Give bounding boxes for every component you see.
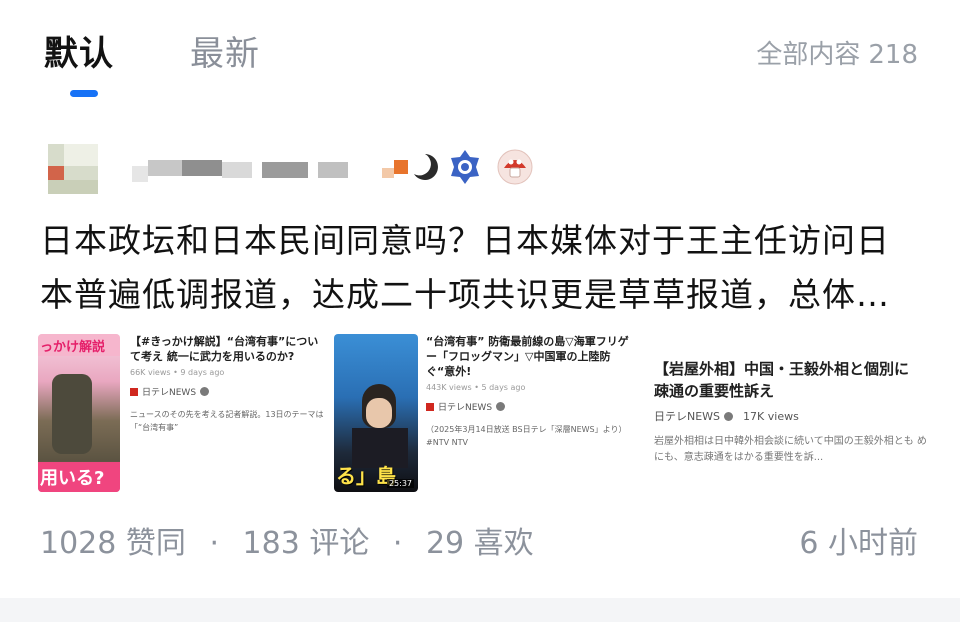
- total-label: 全部内容: [756, 40, 861, 70]
- feed-divider: [0, 598, 960, 622]
- thumb-caption: っかけ解説: [40, 340, 106, 355]
- card-description: ニュースのその先を考える記者解説。13日のテーマは「“台湾有事”: [130, 410, 324, 432]
- card-source: 日テレNEWS 17K views: [654, 408, 928, 424]
- link-card[interactable]: っかけ解説 用いる? 【#きっかけ解説】“台湾有事”について考え 統一に武力を用…: [38, 334, 328, 494]
- card-views: 17K views: [743, 409, 799, 423]
- author-name-redacted[interactable]: [132, 154, 452, 184]
- post-stats: 1028 赞同 · 183 评论 · 29 喜欢: [40, 518, 534, 562]
- card-title: 【#きっかけ解説】“台湾有事”について考え 統一に武力を用いるのか?: [130, 335, 319, 363]
- link-card[interactable]: 【岩屋外相】中国・王毅外相と個別に 疎通の重要性訴え 日テレNEWS 17K v…: [634, 334, 928, 494]
- mushroom-badge-icon: [497, 149, 533, 185]
- video-duration: 25:37: [386, 479, 414, 488]
- thumb-caption-bottom: 用いる?: [40, 468, 105, 489]
- verified-icon: [200, 387, 210, 396]
- separator: ·: [392, 526, 403, 561]
- card-description: 岩屋外相相は日中韓外相会談に続いて中国の王毅外相とも めにも、意志疎通をはかる重…: [654, 436, 927, 463]
- card-body: 【#きっかけ解説】“台湾有事”について考え 統一に武力を用いるのか? 66K v…: [130, 334, 328, 434]
- favorite-count[interactable]: 29 喜欢: [426, 518, 534, 562]
- channel-logo-icon: [426, 402, 434, 411]
- card-body: “台湾有事” 防衛最前線の島▽海軍フリゲー「フロッグマン」▽中国軍の上陸防ぐ“意…: [426, 334, 630, 449]
- blue-star-badge-icon: [451, 150, 479, 184]
- verified-icon: [496, 402, 506, 411]
- active-tab-indicator: [70, 90, 98, 97]
- card-source: 日テレNEWS: [130, 385, 328, 398]
- verified-icon: [724, 411, 734, 421]
- separator: ·: [209, 526, 219, 561]
- total-count: 全部内容 218: [748, 34, 918, 71]
- author-row[interactable]: [48, 140, 928, 196]
- card-title: 【岩屋外相】中国・王毅外相と個別に 疎通の重要性訴え: [654, 360, 910, 400]
- card-source: 日テレNEWS: [426, 400, 630, 413]
- card-source-name: 日テレNEWS: [438, 403, 493, 413]
- half-moon-icon: [414, 154, 438, 180]
- card-meta: 66K views • 9 days ago: [130, 368, 225, 377]
- card-body: 【岩屋外相】中国・王毅外相と個別に 疎通の重要性訴え 日テレNEWS 17K v…: [654, 358, 928, 466]
- post-headline[interactable]: 日本政坛和日本民间同意吗？日本媒体对于王主任访问日本普遍低调报道，达成二十项共识…: [40, 214, 920, 322]
- comment-count[interactable]: 183 评论: [243, 518, 370, 562]
- tab-latest[interactable]: 最新: [190, 26, 260, 75]
- link-card[interactable]: る」島 25:37 “台湾有事” 防衛最前線の島▽海軍フリゲー「フロッグマン」▽…: [334, 334, 630, 494]
- card-title: “台湾有事” 防衛最前線の島▽海軍フリゲー「フロッグマン」▽中国軍の上陸防ぐ“意…: [426, 335, 629, 378]
- card-meta: 443K views • 5 days ago: [426, 383, 526, 392]
- post-time: 6 小时前: [799, 526, 918, 561]
- total-number: 218: [868, 40, 918, 70]
- card-source-name: 日テレNEWS: [142, 388, 197, 398]
- video-thumbnail[interactable]: る」島 25:37: [334, 334, 418, 492]
- avatar[interactable]: [48, 144, 98, 194]
- channel-logo-icon: [130, 387, 138, 396]
- video-thumbnail[interactable]: っかけ解説 用いる?: [38, 334, 120, 492]
- card-description: （2025年3月14日放送 BS日テレ「深層NEWS」より）#NTV NTV: [426, 425, 627, 447]
- feed-tabs: 默认 最新 全部内容 218: [0, 0, 960, 110]
- tab-default[interactable]: 默认: [44, 26, 114, 75]
- card-source-name: 日テレNEWS: [654, 410, 721, 423]
- link-cards: っかけ解説 用いる? 【#きっかけ解説】“台湾有事”について考え 統一に武力を用…: [38, 334, 928, 496]
- like-count[interactable]: 1028 赞同: [40, 518, 186, 562]
